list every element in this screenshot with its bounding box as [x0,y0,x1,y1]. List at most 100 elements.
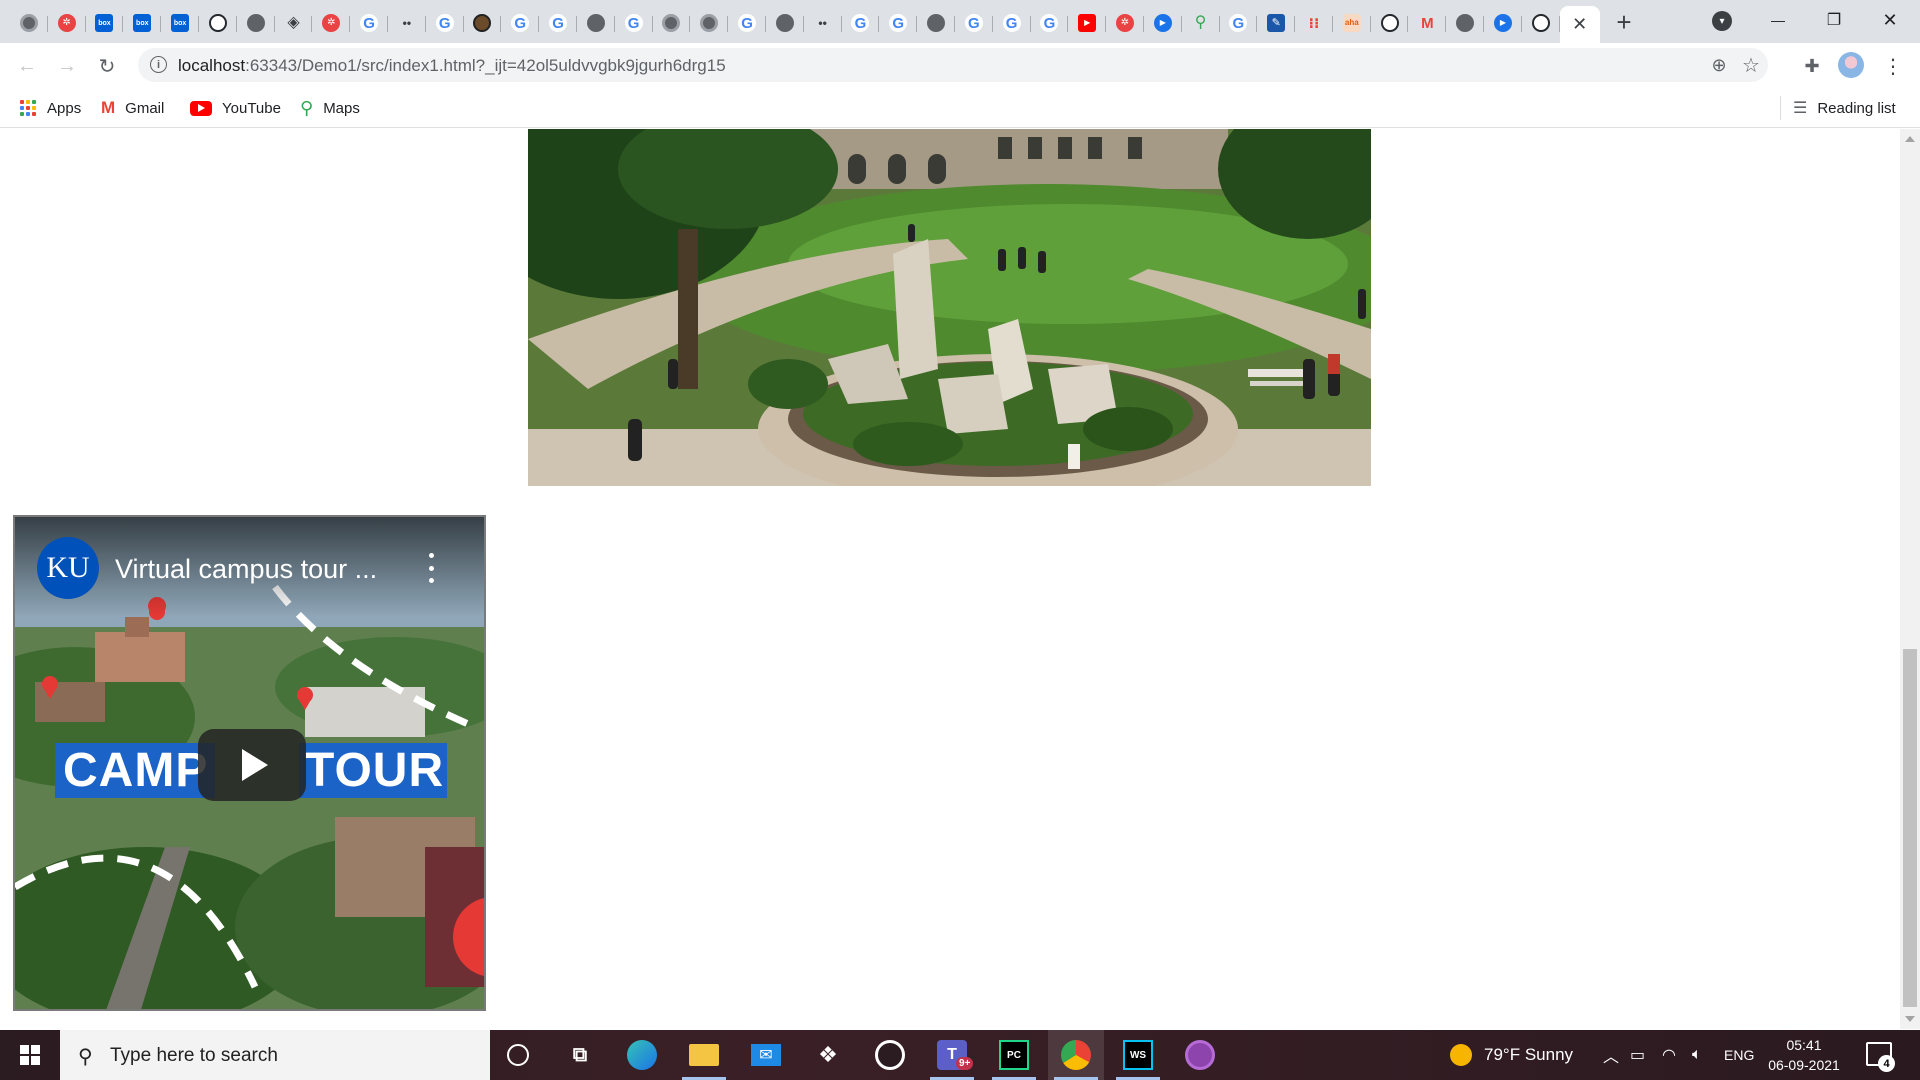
tab[interactable]: ⁝⁝ [1295,6,1333,40]
battery-icon[interactable]: ▭ [1630,1030,1645,1080]
taskbar-app-edge[interactable] [614,1030,670,1080]
taskbar-app-chrome[interactable] [1048,1030,1104,1080]
tab[interactable]: ✎ [1257,6,1295,40]
taskbar-app-webstorm[interactable]: WS [1110,1030,1166,1080]
clock[interactable]: 05:41 06-09-2021 [1768,1035,1840,1075]
forward-button[interactable]: → [52,51,82,81]
video-title[interactable]: Virtual campus tour ... [115,554,377,585]
channel-logo[interactable]: KU [37,537,99,599]
language-indicator[interactable]: ENG [1724,1030,1754,1080]
tab[interactable]: box [123,6,161,40]
tab[interactable]: G [879,6,917,40]
tab[interactable] [690,6,728,40]
bookmark-apps[interactable]: Apps [20,96,81,120]
tab[interactable]: ✲ [312,6,350,40]
site-info-icon[interactable]: i [150,56,167,73]
tab[interactable]: M [1408,6,1447,40]
tab[interactable]: box [161,6,199,40]
tab[interactable]: •• [804,6,842,40]
taskbar-app-github-desktop[interactable] [862,1030,918,1080]
bookmark-maps[interactable]: ⚲ Maps [300,96,360,120]
tab[interactable]: •• [388,6,426,40]
bookmark-youtube[interactable]: YouTube [190,96,281,120]
taskbar-app-file-explorer[interactable] [676,1030,732,1080]
tab[interactable]: G [1220,6,1258,40]
tab[interactable] [577,6,615,40]
back-button[interactable]: ← [12,51,42,81]
scroll-up-arrow[interactable] [1905,136,1915,142]
tab[interactable]: box [86,6,124,40]
close-window-button[interactable]: ✕ [1862,0,1918,40]
youtube-video-embed[interactable]: KU Virtual campus tour ... CAMP TOUR [13,515,486,1011]
tab[interactable]: G [728,6,766,40]
cortana-button[interactable] [490,1030,546,1080]
notification-count: 4 [1878,1055,1895,1072]
active-tab[interactable]: ✕ [1559,6,1600,43]
tab[interactable] [1522,6,1560,40]
wifi-icon[interactable]: ◠ [1662,1030,1676,1080]
tab[interactable]: aha [1333,6,1371,40]
tab[interactable]: ▶ [1144,6,1182,40]
tab[interactable]: ✲ [48,6,86,40]
tab[interactable]: G [615,6,653,40]
tab[interactable]: G [955,6,993,40]
more-options-icon[interactable] [425,553,437,583]
taskbar-app-dropbox[interactable]: ❖ [800,1030,856,1080]
tab[interactable] [237,6,275,40]
address-bar[interactable]: i localhost:63343/Demo1/src/index1.html?… [138,48,1768,82]
bookmark-gmail[interactable]: M Gmail [101,96,164,120]
box-icon: box [95,14,114,32]
google-icon: G [624,14,643,32]
tab[interactable] [917,6,955,40]
tab[interactable]: ◈ [275,6,313,40]
tab[interactable] [1446,6,1484,40]
chrome-menu-icon[interactable]: ⋮ [1878,51,1908,81]
page-scrollbar[interactable] [1900,129,1920,1029]
tab[interactable]: ▶ [1068,6,1106,40]
search-icon: ⚲ [78,1046,93,1068]
taskbar-app-github[interactable] [1172,1030,1228,1080]
extensions-icon[interactable]: ✚ [1797,51,1827,81]
tab[interactable]: ▶ [1484,6,1522,40]
start-button[interactable] [0,1030,60,1080]
tab[interactable] [10,6,48,40]
taskbar-app-pycharm[interactable]: PC [986,1030,1042,1080]
tab[interactable]: G [842,6,880,40]
reading-list-button[interactable]: ☰ Reading list [1793,96,1896,120]
tab[interactable]: G [426,6,464,40]
close-tab-icon[interactable]: ✕ [1572,14,1587,35]
show-hidden-icons[interactable]: ︿ [1603,1030,1619,1080]
profile-avatar[interactable] [1838,52,1864,78]
tab[interactable] [464,6,502,40]
tab[interactable] [1371,6,1409,40]
tab[interactable] [653,6,691,40]
scroll-down-arrow[interactable] [1905,1016,1915,1022]
task-view-button[interactable]: ⧉ [552,1030,608,1080]
minimize-button[interactable]: — [1750,0,1806,40]
new-tab-button[interactable]: + [1610,7,1638,37]
tab[interactable]: G [350,6,388,40]
scroll-thumb[interactable] [1903,649,1917,1007]
tab[interactable] [766,6,804,40]
globe-icon [775,14,794,32]
tab[interactable]: G [993,6,1031,40]
volume-icon[interactable]: 🔈︎ [1692,1030,1702,1080]
tab[interactable]: ⚲ [1182,6,1220,40]
tab[interactable] [199,6,237,40]
taskbar-search[interactable]: ⚲ Type here to search [60,1030,490,1080]
zoom-icon[interactable]: ⊕ [1708,54,1730,76]
play-button[interactable] [198,729,306,801]
weather-widget[interactable]: 79°F Sunny [1450,1030,1573,1080]
tab[interactable]: G [539,6,577,40]
tab[interactable]: ✲ [1106,6,1144,40]
bookmark-star-icon[interactable]: ☆ [1740,54,1762,77]
maximize-button[interactable]: ❐ [1806,0,1862,40]
reload-button[interactable]: ↻ [92,51,122,81]
taskbar-app-teams[interactable]: T 9+ [924,1030,980,1080]
tab[interactable]: G [501,6,539,40]
taskbar-app-mail[interactable]: ✉ [738,1030,794,1080]
tab[interactable]: G [1031,6,1069,40]
url-path: :63343/Demo1/src/index1.html?_ijt=42ol5u… [245,56,726,75]
tab-search-button[interactable]: ▾ [1712,11,1732,31]
address-url[interactable]: localhost:63343/Demo1/src/index1.html?_i… [178,56,726,76]
